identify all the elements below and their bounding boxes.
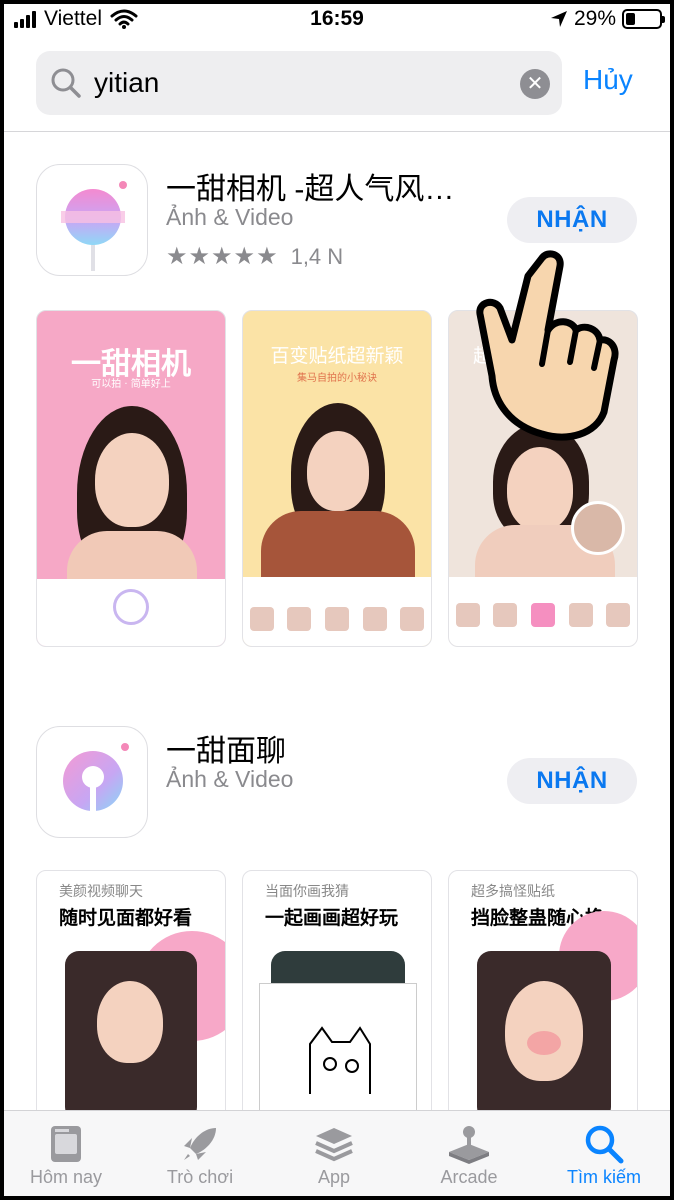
- tab-label: Hôm nay: [29, 1167, 103, 1187]
- screenshot-headline: 百变贴纸超新颖: [270, 345, 404, 367]
- rating-count: 1,4 N: [290, 243, 344, 269]
- camera-toolbar: [37, 579, 225, 646]
- tab-label: Arcade: [440, 1167, 498, 1187]
- location-arrow-icon: [550, 11, 567, 27]
- inset-avatar: [571, 501, 625, 555]
- search-field[interactable]: yitian ✕: [36, 51, 562, 115]
- battery-icon: [622, 9, 665, 29]
- tab-label: App: [317, 1167, 351, 1187]
- portrait-sweater: [261, 511, 415, 581]
- get-button[interactable]: NHẬN: [507, 197, 637, 243]
- shutter-button-icon: [113, 589, 149, 625]
- portrait-face: [507, 447, 573, 531]
- app-category: Ảnh & Video: [166, 204, 294, 230]
- portrait-shoulders: [67, 531, 197, 581]
- cancel-button[interactable]: Hủy: [583, 64, 633, 96]
- sticker-panel: [243, 577, 431, 646]
- star-rating-icon: ★★★★★: [166, 243, 279, 270]
- magnifier-icon: [51, 68, 81, 98]
- status-bar: Viettel 16:59 29%: [4, 4, 670, 36]
- video-call-frame: [477, 951, 611, 1119]
- battery-percent: 29%: [573, 7, 616, 30]
- app-rating: ★★★★★ 1,4 N: [166, 242, 343, 271]
- app-title[interactable]: 一甜相机 -超人气风…: [166, 164, 454, 208]
- today-icon: [51, 1126, 81, 1162]
- screenshot-headline: 一起画画超好玩: [265, 907, 399, 929]
- layers-icon: [315, 1128, 353, 1162]
- drawing-canvas: [259, 983, 417, 1119]
- screenshot-5[interactable]: 当面你画我猜 一起画画超好玩: [242, 870, 432, 1120]
- screenshot-small-caption: 当面你画我猜: [265, 884, 349, 900]
- screenshot-headline: 随时见面都好看: [59, 907, 193, 929]
- tab-apps[interactable]: App: [274, 1121, 394, 1188]
- tab-label: Tìm kiếm: [567, 1167, 641, 1187]
- screenshot-small-caption: 美颜视频聊天: [59, 884, 143, 900]
- header-divider: [4, 131, 670, 132]
- chat-bubble-icon: [63, 743, 129, 815]
- get-button[interactable]: NHẬN: [507, 758, 637, 804]
- cat-doodle-icon: [309, 1026, 371, 1094]
- screenshot-subtitle: 可以拍 · 简单好上: [91, 379, 171, 390]
- tab-label: Trò chơi: [166, 1167, 234, 1187]
- search-query[interactable]: yitian: [94, 67, 159, 99]
- rocket-icon: [184, 1128, 216, 1160]
- tab-today[interactable]: Hôm nay: [6, 1121, 126, 1188]
- app-title[interactable]: 一甜面聊: [166, 726, 286, 770]
- app-icon-yitian-camera[interactable]: [36, 164, 148, 276]
- tab-arcade[interactable]: Arcade: [409, 1121, 529, 1188]
- video-call-frame: [65, 951, 197, 1119]
- battery-fill: [626, 13, 636, 25]
- screenshot-1[interactable]: 一甜相机 可以拍 · 简单好上: [36, 310, 226, 647]
- clear-search-icon[interactable]: ✕: [520, 69, 550, 99]
- screenshot-6[interactable]: 超多搞怪贴纸 挡脸整蛊随心换: [448, 870, 638, 1120]
- app-category: Ảnh & Video: [166, 766, 294, 792]
- tab-bar: Hôm nay Trò chơi App Arcade Tìm kiếm: [4, 1110, 670, 1196]
- tab-games[interactable]: Trò chơi: [140, 1121, 260, 1188]
- screenshot-4[interactable]: 美颜视频聊天 随时见面都好看: [36, 870, 226, 1120]
- pig-nose-sticker: [527, 1031, 561, 1055]
- search-icon: [585, 1125, 624, 1164]
- status-right: 29%: [550, 7, 665, 31]
- lollipop-icon: [61, 181, 127, 271]
- tab-search[interactable]: Tìm kiếm: [544, 1121, 664, 1188]
- pointing-hand-icon: [476, 250, 619, 441]
- screenshot-subtitle: 集马自拍的小秘诀: [297, 373, 377, 384]
- app-store-screen: Viettel 16:59 29% yitian ✕ Hủy 一甜相机 -超人气…: [4, 4, 670, 1196]
- joystick-icon: [449, 1126, 489, 1164]
- sticker-panel: [449, 577, 637, 646]
- app-icon-yitian-chat[interactable]: [36, 726, 148, 838]
- portrait-face: [95, 433, 169, 527]
- screenshot-2[interactable]: 百变贴纸超新颖 集马自拍的小秘诀: [242, 310, 432, 647]
- screenshot-small-caption: 超多搞怪贴纸: [471, 884, 555, 900]
- portrait-face: [307, 431, 369, 511]
